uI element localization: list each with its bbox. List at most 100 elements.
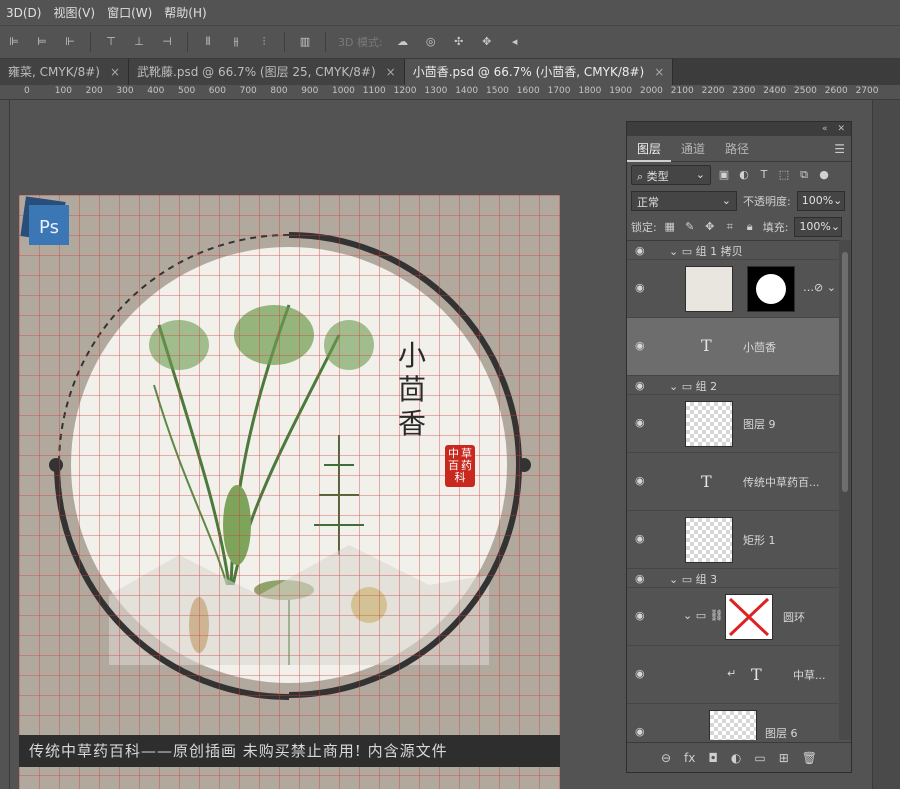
link-icon: …⊘ ⌄ [803,281,836,294]
collapse-icon[interactable]: « [822,124,828,134]
shape-filter-icon[interactable]: ⬚ [777,168,791,182]
delete-layer-icon[interactable]: 🗑︎ [802,751,817,765]
ruler-tick-label: 1700 [547,86,571,96]
layers-scrollbar[interactable] [839,240,851,740]
layer-linked-group[interactable]: ◉ ⌄ ▭ ⛓ 圆环 [627,588,839,646]
eye-icon[interactable]: ◉ [635,339,645,352]
distribute-center-icon[interactable]: ⫵ [228,35,244,49]
tab-paths[interactable]: 路径 [715,136,759,162]
grid-overlay [19,195,560,789]
lock-all-icon[interactable]: 🔒︎ [743,220,757,234]
ruler-tick-label: 1400 [455,86,479,96]
ruler-tick-label: 2300 [732,86,756,96]
layer-group[interactable]: ◉ ⌄ ▭ 组 1 拷贝 [627,241,839,260]
adjustment-layer-icon[interactable]: ◐ [731,751,741,765]
menu-window[interactable]: 窗口(W) [101,4,158,21]
new-layer-icon[interactable]: ⊞ [779,751,789,765]
layer-group[interactable]: ◉ ⌄ ▭ 组 3 [627,569,839,588]
align-middle-icon[interactable]: ⊥ [131,35,147,49]
layer-filter-select[interactable]: ⌕ 类型 ⌄ [631,165,711,185]
tab-document-3[interactable]: 小茴香.psd @ 66.7% (小茴香, CMYK/8#) × [404,59,674,85]
eye-icon[interactable]: ◉ [635,609,645,622]
right-dock [872,100,900,789]
layer-text-selected[interactable]: ◉ T 小茴香 [627,318,839,376]
tab-document-2[interactable]: 武靴藤.psd @ 66.7% (图层 25, CMYK/8#) × [129,59,405,85]
options-bar: ⊫ ⊨ ⊩ ⊤ ⊥ ⊣ ⫴ ⫵ ⫶ ▥ 3D 模式: ☁ ◎ ✣ ✥ ◂ [0,25,900,59]
align-left-icon[interactable]: ⊫ [6,35,22,49]
3d-orbit-icon[interactable]: ☁ [395,35,411,49]
close-icon[interactable]: × [654,59,664,85]
layer-thumbnail [685,517,733,563]
type-filter-icon[interactable]: T [757,168,771,182]
close-icon[interactable]: × [110,59,120,85]
type-icon: T [701,336,712,355]
fx-icon[interactable]: fx [684,751,695,765]
eye-icon[interactable]: ◉ [635,281,645,294]
close-icon[interactable]: × [386,59,396,85]
layer-clipped-text[interactable]: ◉ ↵ T 中草... [627,646,839,704]
adjustment-filter-icon[interactable]: ◐ [737,168,751,182]
3d-roll-icon[interactable]: ◎ [423,35,439,49]
layer-masked-image[interactable]: ◉ …⊘ ⌄ [627,260,839,318]
link-layers-icon[interactable]: ⊖ [661,751,671,765]
panel-menu-icon[interactable]: ☰ [834,142,845,156]
eye-icon[interactable]: ◉ [635,725,645,738]
eye-icon[interactable]: ◉ [635,474,645,487]
tab-document-1[interactable]: 雍菜, CMYK/8#) × [0,59,130,85]
image-filter-icon[interactable]: ▣ [717,168,731,182]
artwork [19,195,560,789]
3d-slide-icon[interactable]: ✥ [479,35,495,49]
distribute-right-icon[interactable]: ⫶ [256,35,272,49]
menu-bar: 3D(D) 视图(V) 窗口(W) 帮助(H) [0,0,900,25]
ruler-tick-label: 2200 [701,86,725,96]
lock-artboard-icon[interactable]: ⌗ [723,220,737,234]
menu-3d[interactable]: 3D(D) [0,6,47,20]
eye-icon[interactable]: ◉ [635,379,645,392]
filter-row: ⌕ 类型 ⌄ ▣ ◐ T ⬚ ⧉ ● [627,162,851,188]
document-canvas[interactable]: 小 茴 香 中 草 百 药 科 Ps 传统中草药百科——原创插画 未购买禁止商用… [19,195,560,789]
layers-list: ◉ ⌄ ▭ 组 1 拷贝 ◉ …⊘ ⌄ ◉ T 小茴香 ◉ ⌄ ▭ 组 2 ◉ … [627,240,839,740]
layer-text[interactable]: ◉ T 传统中草药百... [627,453,839,511]
mask-thumbnail [747,266,795,312]
layer-image[interactable]: ◉ 图层 9 [627,395,839,453]
distribute-left-icon[interactable]: ⫴ [200,35,216,49]
align-center-icon[interactable]: ⊨ [34,35,50,49]
layer-thumbnail [725,594,773,640]
auto-align-icon[interactable]: ▥ [297,35,313,49]
lock-transparency-icon[interactable]: ▦ [663,220,677,234]
layer-image[interactable]: ◉ 图层 6 [627,704,839,740]
3d-camera-icon[interactable]: ◂ [507,35,523,49]
eye-icon[interactable]: ◉ [635,532,645,545]
smart-object-filter-icon[interactable]: ⧉ [797,168,811,182]
eye-icon[interactable]: ◉ [635,416,645,429]
eye-icon[interactable]: ◉ [635,572,645,585]
type-icon: T [751,665,762,684]
filter-toggle-icon[interactable]: ● [817,168,831,182]
layer-thumbnail [685,266,733,312]
align-bottom-icon[interactable]: ⊣ [159,35,175,49]
eye-icon[interactable]: ◉ [635,244,645,257]
fill-label: 填充: [762,221,789,234]
blend-mode-select[interactable]: 正常 ⌄ [631,191,737,211]
lock-pixels-icon[interactable]: ✎ [683,220,697,234]
divider [187,32,188,52]
lock-position-icon[interactable]: ✥ [703,220,717,234]
tab-layers[interactable]: 图层 [627,135,672,162]
align-right-icon[interactable]: ⊩ [62,35,78,49]
layer-group[interactable]: ◉ ⌄ ▭ 组 2 [627,376,839,395]
layer-shape[interactable]: ◉ 矩形 1 [627,511,839,569]
tab-channels[interactable]: 通道 [671,136,715,162]
menu-help[interactable]: 帮助(H) [158,4,212,21]
eye-icon[interactable]: ◉ [635,667,645,680]
add-mask-icon[interactable]: ◘ [708,751,718,765]
menu-view[interactable]: 视图(V) [47,4,101,21]
new-group-icon[interactable]: ▭ [754,751,765,765]
close-icon[interactable]: ✕ [837,124,845,134]
fill-input[interactable]: 100% ⌄ [794,217,843,237]
ruler-tick-label: 400 [147,86,165,96]
3d-pan-icon[interactable]: ✣ [451,35,467,49]
divider [284,32,285,52]
layers-panel: « ✕ 图层 通道 路径 ☰ ⌕ 类型 ⌄ ▣ ◐ T ⬚ ⧉ ● 正常 ⌄ 不透明… [626,121,852,773]
opacity-input[interactable]: 100% ⌄ [796,191,845,211]
align-top-icon[interactable]: ⊤ [103,35,119,49]
